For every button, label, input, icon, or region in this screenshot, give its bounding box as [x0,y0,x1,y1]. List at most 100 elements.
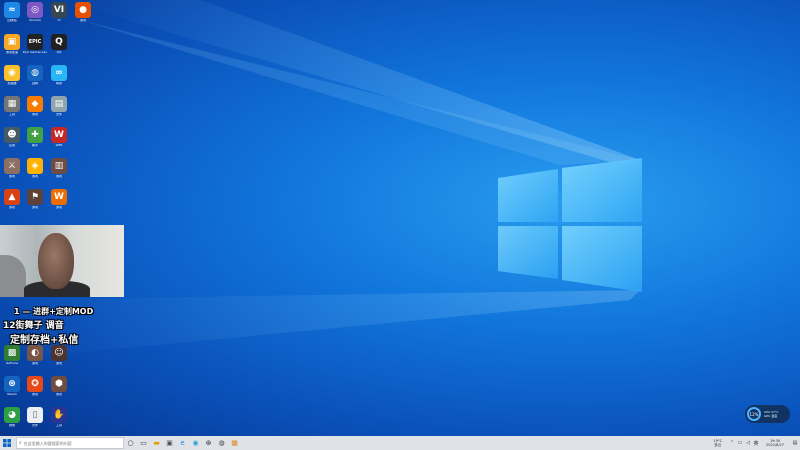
desktop-icon-label: 助手 [31,144,38,147]
desktop-icon[interactable]: ▩ GeForce [0,345,24,375]
desktop-icon-label: 游戏 [55,175,62,178]
desktop-icons: ≈ 回收站 ◎ Chrome VI VI ● 游戏 ▣ 游戏加速 EPIC Epic Gam… [0,0,91,437]
game-icon: ● [75,2,91,18]
desktop-icon[interactable]: ▥ 游戏 [47,158,71,188]
cortana-icon[interactable]: ○ [124,436,137,450]
file-icon: ▯ [27,407,43,423]
weather-desc: 多云 [714,443,722,447]
desktop-icon-label: 游戏 [79,19,86,22]
steam-taskbar-icon[interactable]: ⊛ [202,436,215,450]
game-icon: ⬢ [51,376,67,392]
edge-icon[interactable]: e [176,436,189,450]
desktop-icon[interactable]: ▯ 文件 [23,407,47,437]
app-taskbar-icon[interactable]: ◍ [215,436,228,450]
network-icon[interactable]: ▭ [736,436,744,450]
desktop-icon[interactable]: ▤ 文件 [47,96,71,126]
clock-date: 2021/8/27 [766,443,784,447]
game-icon: ☺ [51,345,67,361]
task-view-icon[interactable]: ▭ [137,436,150,450]
wps-icon: W [51,127,67,143]
taskbar-search-box[interactable]: ⌕ [16,437,124,449]
desktop-icon-label: 游戏 [55,393,62,396]
file-explorer-icon[interactable]: ▬ [150,436,163,450]
desktop-icon[interactable]: ⚑ 游戏 [23,189,47,219]
desktop-icon[interactable]: W WPS [47,127,71,157]
epic-games-icon: EPIC [27,34,43,50]
desktop-icon[interactable]: ☺ 游戏 [47,345,71,375]
desktop-icon-label: Chrome [29,19,41,22]
game-icon: ▥ [51,158,67,174]
qq-icon: Q [51,34,67,50]
assistant-icon: ✚ [27,127,43,143]
desktop-icon[interactable]: ◈ 游戏 [23,158,47,188]
desktop-icon[interactable]: ◕ 微信 [0,407,24,437]
desktop-icon[interactable]: Q QQ [47,34,71,64]
system-monitor-widget[interactable]: 12% CPU 47°C GPU 温度 [745,405,790,423]
desktop-icon-label: 工具 [55,424,62,427]
desktop-icon-label: 加速器 [7,82,17,85]
start-button[interactable] [0,436,14,450]
notification-icon[interactable]: ▤ [790,436,800,450]
gpu-temp-text: GPU 温度 [764,414,778,418]
desktop-icon[interactable]: ✋ 工具 [47,407,71,437]
desktop-icon-label: 游戏 [31,113,38,116]
game-taskbar-icon[interactable]: ▦ [228,436,241,450]
taskbar: ⌕ ○ ▭ ▬ ▣ e ◉ ⊛ ◍ ▦ 19°C 多云 ⌃ ▭ ◁ 英 19:3… [0,436,800,450]
desktop-icon[interactable]: ▣ 游戏加速 [0,34,24,64]
desktop-icon[interactable]: ∞ 网易 [47,65,71,95]
chevron-up-icon[interactable]: ⌃ [728,436,736,450]
tool-icon: ✋ [51,407,67,423]
desktop-icon[interactable]: ◍ 战网 [23,65,47,95]
game-icon: ▲ [4,189,20,205]
game-icon: ⚑ [27,189,43,205]
desktop-icon-label: 工具 [8,113,15,116]
store-icon[interactable]: ▣ [163,436,176,450]
input-language-icon[interactable]: 英 [752,436,760,450]
desktop-icon-label: 游戏 [31,206,38,209]
desktop-icon[interactable]: ◎ Chrome [23,2,47,32]
desktop-icon-label: WPS [55,144,63,147]
desktop-icon[interactable]: W 游戏 [47,189,71,219]
desktop-icon-label: 游戏 [31,362,38,365]
desktop-icon[interactable]: ⚔ 游戏 [0,158,24,188]
system-tray: 19°C 多云 ⌃ ▭ ◁ 英 19:30 2021/8/27 ▤ [713,436,800,450]
desktop-icon[interactable]: VI VI [47,2,71,32]
desktop-icon[interactable]: ▦ 工具 [0,96,24,126]
wechat-icon: ◕ [4,407,20,423]
accelerator-icon: ▣ [4,34,20,50]
desktop-icon-label: 游戏 [31,393,38,396]
windows-start-icon [3,439,11,447]
clock[interactable]: 19:30 2021/8/27 [766,439,784,447]
overlay-text-line2: 12街舞子 调音 [3,321,64,331]
desktop-icon[interactable]: ▲ 游戏 [0,189,24,219]
overlay-text-line3: 定制存档+私信 [10,335,79,346]
game-icon: ◐ [27,345,43,361]
desktop-icon-label: 游戏加速 [5,51,18,54]
desktop-icon[interactable]: ◉ 加速器 [0,65,24,95]
desktop-icon[interactable]: ⊛ Steam [0,376,24,406]
search-input[interactable] [21,438,122,448]
netease-icon: ∞ [51,65,67,81]
desktop-icon[interactable]: ≈ 回收站 [0,2,24,32]
file-icon: ▤ [51,96,67,112]
desktop-icon-label: Epic Games Launcher [23,51,47,54]
desktop-icon-label: 游戏 [55,362,62,365]
webcam-overlay [0,225,124,297]
desktop-icon[interactable]: ✚ 助手 [23,127,47,157]
weather-widget[interactable]: 19°C 多云 [713,439,722,447]
geforce-icon: ▩ [4,345,20,361]
desktop-icon[interactable]: ◐ 游戏 [23,345,47,375]
desktop-icon[interactable]: ● 游戏 [71,2,95,32]
desktop-icon-label: 回收站 [7,19,17,22]
desktop-icon-label: 网易 [55,82,62,85]
volume-icon[interactable]: ◁ [744,436,752,450]
desktop-icon[interactable]: EPICEpic Games Launcher [23,34,47,64]
desktop-icon[interactable]: ⬢ 游戏 [47,376,71,406]
browser-icon[interactable]: ◉ [189,436,202,450]
desktop-icon-label: QQ [56,51,62,54]
vi-icon: VI [51,2,67,18]
desktop-icon[interactable]: ☻ 应用 [0,127,24,157]
desktop-icon-label: 应用 [8,144,15,147]
desktop-icon[interactable]: ✪ 游戏 [23,376,47,406]
desktop-icon[interactable]: ◆ 游戏 [23,96,47,126]
